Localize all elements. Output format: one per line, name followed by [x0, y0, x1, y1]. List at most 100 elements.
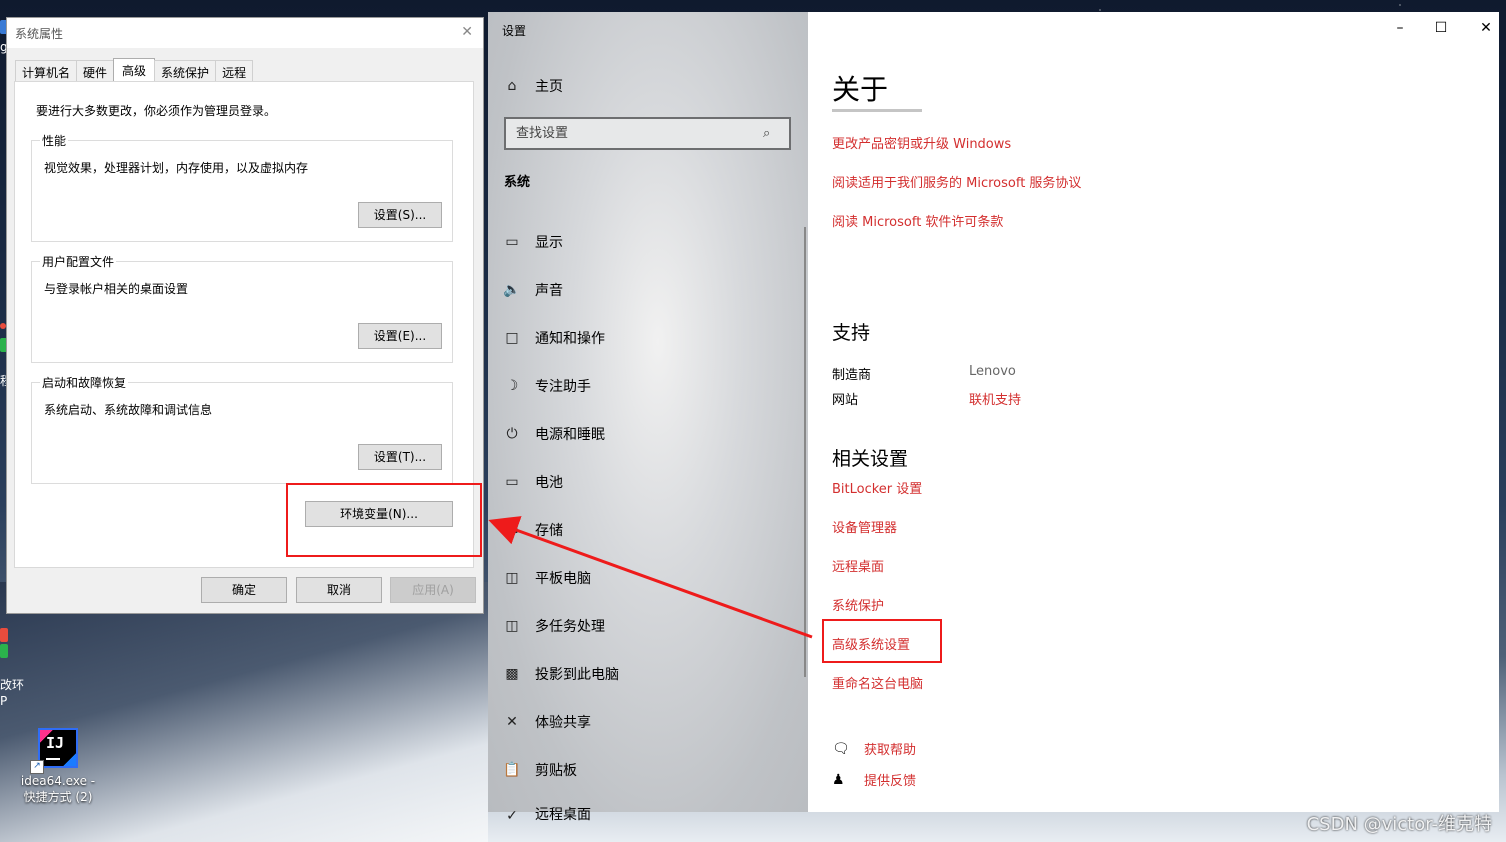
env-button-highlight — [286, 483, 482, 557]
nav-item-storage[interactable]: ▬ 存储 — [502, 506, 619, 554]
nav-label: 多任务处理 — [535, 619, 605, 635]
nav-item-power[interactable]: ⏻ 电源和睡眠 — [502, 410, 619, 458]
feedback-link[interactable]: 提供反馈 — [864, 770, 916, 789]
link-rename-pc[interactable]: 重命名这台电脑 — [832, 673, 923, 692]
user-profile-group: 用户配置文件 与登录帐户相关的桌面设置 设置(E)... — [31, 253, 453, 363]
link-license-terms[interactable]: 阅读 Microsoft 软件许可条款 — [832, 211, 1003, 230]
settings-sidebar: 设置 ⌂ 主页 ⌕ 系统 ▭ 显示 🔈 声音 □ 通知和操作 ☽ 专注助手 ⏻ 电源和睡眠… — [488, 12, 808, 824]
tablet-icon: ◫ — [505, 570, 519, 586]
page-title: 关于 — [832, 73, 889, 106]
nav-label: 通知和操作 — [535, 331, 605, 347]
search-icon[interactable]: ⌕ — [763, 126, 770, 141]
group-title: 用户配置文件 — [40, 253, 117, 270]
support-heading: 支持 — [832, 322, 871, 344]
feedback-row[interactable]: ♟ 提供反馈 — [832, 770, 916, 790]
search-input[interactable] — [506, 125, 763, 142]
link-services-agreement[interactable]: 阅读适用于我们服务的 Microsoft 服务协议 — [832, 172, 1081, 191]
dialog-title: 系统属性 — [15, 26, 64, 41]
group-description: 系统启动、系统故障和调试信息 — [44, 403, 213, 417]
link-bitlocker[interactable]: BitLocker 设置 — [832, 478, 922, 497]
nav-item-clipboard[interactable]: 📋 剪贴板 — [502, 746, 619, 794]
startup-recovery-group: 启动和故障恢复 系统启动、系统故障和调试信息 设置(T)... — [31, 374, 453, 484]
nav-home-label: 主页 — [535, 79, 563, 95]
nav-item-sound[interactable]: 🔈 声音 — [502, 266, 619, 314]
nav-label: 专注助手 — [535, 379, 591, 395]
nav-item-display[interactable]: ▭ 显示 — [502, 218, 619, 266]
admin-note: 要进行大多数更改，你必须作为管理员登录。 — [36, 104, 277, 118]
group-description: 与登录帐户相关的桌面设置 — [44, 282, 189, 296]
section-title: 系统 — [504, 175, 531, 190]
maximize-icon[interactable]: ☐ — [1431, 20, 1451, 36]
nav-item-remote-desktop[interactable]: ✓ 远程桌面 — [502, 794, 619, 824]
apply-button[interactable]: 应用(A) — [390, 577, 476, 603]
speaker-icon: 🔈 — [503, 282, 521, 298]
home-icon: ⌂ — [507, 78, 517, 94]
website-label: 网站 — [832, 393, 859, 408]
nav-item-projecting[interactable]: ▩ 投影到此电脑 — [502, 650, 619, 698]
intellij-logo-icon: IJ — [38, 728, 78, 768]
edge-icon-fragment[interactable] — [0, 644, 8, 658]
get-help-row[interactable]: 🗨 获取帮助 — [832, 739, 916, 759]
battery-icon: ▭ — [505, 474, 519, 490]
title-underline — [832, 109, 922, 112]
performance-settings-button[interactable]: 设置(S)... — [358, 202, 442, 228]
shortcut-arrow-icon: ↗ — [30, 760, 44, 774]
nav-item-focus-assist[interactable]: ☽ 专注助手 — [502, 362, 619, 410]
nav-home[interactable]: ⌂ 主页 — [502, 76, 563, 96]
related-settings-heading: 相关设置 — [832, 448, 909, 470]
performance-group: 性能 视觉效果，处理器计划，内存使用，以及虚拟内存 设置(S)... — [31, 132, 453, 242]
website-link[interactable]: 联机支持 — [969, 389, 1021, 408]
shortcut-label-line2: 快捷方式 (2) — [23, 790, 93, 804]
edge-label: P — [0, 694, 8, 708]
minimize-icon[interactable]: – — [1390, 20, 1410, 36]
group-title: 性能 — [40, 132, 69, 149]
edge-label: 改环 — [0, 678, 25, 692]
nav-item-multitasking[interactable]: ◫ 多任务处理 — [502, 602, 619, 650]
manufacturer-label: 制造商 — [832, 368, 872, 383]
settings-nav: ▭ 显示 🔈 声音 □ 通知和操作 ☽ 专注助手 ⏻ 电源和睡眠 ▭ 电池 ▬ 存储 ◫ 平板电… — [502, 218, 619, 824]
settings-content: – ☐ ✕ 关于 更改产品密钥或升级 Windows 阅读适用于我们服务的 Mi… — [808, 12, 1499, 812]
dialog-titlebar[interactable]: 系统属性 ✕ — [7, 18, 483, 48]
clipboard-icon: 📋 — [503, 762, 521, 778]
monitor-icon: ▭ — [505, 234, 519, 250]
nav-label: 声音 — [535, 283, 563, 299]
sidebar-scrollbar[interactable] — [804, 227, 806, 677]
manufacturer-value: Lenovo — [969, 364, 1016, 379]
nav-item-shared-experiences[interactable]: ✕ 体验共享 — [502, 698, 619, 746]
tab-hardware[interactable]: 硬件 — [76, 60, 115, 83]
project-icon: ▩ — [505, 666, 519, 682]
nav-item-battery[interactable]: ▭ 电池 — [502, 458, 619, 506]
nav-label: 存储 — [535, 523, 563, 539]
feedback-person-icon: ♟ — [832, 771, 845, 788]
nav-label: 远程桌面 — [535, 807, 591, 823]
nav-item-notifications[interactable]: □ 通知和操作 — [502, 314, 619, 362]
close-icon[interactable]: ✕ — [461, 24, 473, 40]
nav-label: 体验共享 — [535, 715, 591, 731]
link-remote-desktop[interactable]: 远程桌面 — [832, 556, 884, 575]
nav-label: 电源和睡眠 — [535, 427, 605, 443]
nav-item-tablet[interactable]: ◫ 平板电脑 — [502, 554, 619, 602]
nav-label: 平板电脑 — [535, 571, 591, 587]
link-device-manager[interactable]: 设备管理器 — [832, 517, 897, 536]
moon-icon: ☽ — [505, 378, 519, 394]
edge-icon-fragment[interactable] — [0, 628, 8, 642]
share-icon: ✕ — [506, 714, 518, 730]
multitask-icon: ◫ — [505, 618, 519, 634]
startup-recovery-settings-button[interactable]: 设置(T)... — [358, 444, 442, 470]
search-box[interactable]: ⌕ — [504, 117, 791, 150]
link-change-product-key[interactable]: 更改产品密钥或升级 Windows — [832, 133, 1011, 152]
cancel-button[interactable]: 取消 — [296, 577, 382, 603]
group-description: 视觉效果，处理器计划，内存使用，以及虚拟内存 — [44, 161, 309, 175]
group-title: 启动和故障恢复 — [40, 374, 129, 391]
csdn-watermark: CSDN @victor-维克特 — [1306, 814, 1492, 835]
close-icon[interactable]: ✕ — [1476, 20, 1496, 36]
get-help-link[interactable]: 获取帮助 — [864, 739, 916, 758]
link-system-protection[interactable]: 系统保护 — [832, 595, 884, 614]
tab-system-protection[interactable]: 系统保护 — [154, 60, 217, 83]
power-icon: ⏻ — [506, 426, 518, 442]
ok-button[interactable]: 确定 — [201, 577, 287, 603]
user-profile-settings-button[interactable]: 设置(E)... — [358, 323, 442, 349]
tab-remote[interactable]: 远程 — [215, 60, 254, 83]
tab-computer-name[interactable]: 计算机名 — [15, 60, 78, 83]
notification-icon: □ — [505, 330, 519, 346]
